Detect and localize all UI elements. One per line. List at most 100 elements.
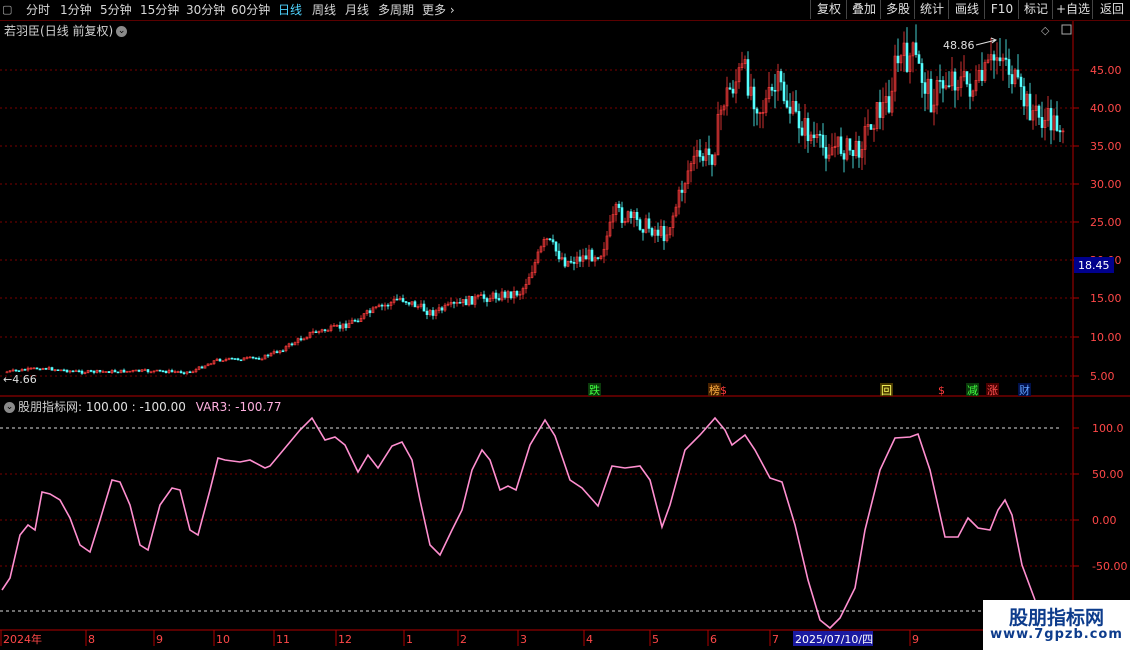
candle-body bbox=[584, 255, 588, 260]
candle-body bbox=[98, 369, 102, 372]
indicator-tick-label: 100.0 bbox=[1092, 422, 1124, 435]
candle-body bbox=[620, 207, 624, 223]
candle-body bbox=[878, 102, 882, 118]
candle-body bbox=[137, 369, 141, 372]
marker-dollar-2[interactable]: $ bbox=[938, 384, 945, 397]
candle-body bbox=[821, 134, 825, 148]
candle-body bbox=[818, 134, 822, 136]
diamond-icon[interactable]: ◇ bbox=[1041, 24, 1050, 37]
candle-body bbox=[752, 86, 756, 110]
high-arrow-icon bbox=[975, 37, 998, 46]
candle-body bbox=[800, 127, 804, 136]
candle-body bbox=[947, 85, 951, 88]
candle-body bbox=[701, 156, 705, 161]
candle-body bbox=[548, 238, 552, 241]
candle-body bbox=[923, 82, 927, 94]
candle-body bbox=[755, 108, 759, 114]
candle-body bbox=[71, 370, 75, 373]
candle-body bbox=[344, 323, 348, 329]
candle-body bbox=[953, 71, 957, 91]
panel-toggle-icon[interactable] bbox=[1061, 24, 1072, 35]
candle-body bbox=[23, 369, 27, 371]
watermark-url: www.7gpzb.com bbox=[990, 627, 1123, 642]
timeline-label: 12 bbox=[338, 633, 352, 646]
candle-body bbox=[368, 310, 372, 314]
candle-body bbox=[470, 296, 474, 305]
candle-body bbox=[965, 71, 969, 85]
candle-body bbox=[275, 351, 279, 354]
candle-body bbox=[551, 239, 555, 243]
candle-body bbox=[596, 257, 600, 259]
timeline-label: 10 bbox=[216, 633, 230, 646]
candle-body bbox=[857, 140, 861, 158]
candle-body bbox=[839, 136, 843, 154]
kline-chart[interactable]: 45.0040.0035.0030.0025.0020.0015.0010.00… bbox=[0, 0, 1130, 650]
candle-body bbox=[122, 369, 126, 373]
timeline-label: 8 bbox=[88, 633, 95, 646]
candle-body bbox=[647, 218, 651, 229]
candle-body bbox=[869, 124, 873, 130]
candle-body bbox=[641, 229, 645, 233]
candle-body bbox=[1004, 57, 1008, 60]
candle-body bbox=[554, 241, 558, 252]
timeline: 2024年 8 9 10 11 12 1 2 3 4 5 6 7 92025/07/10/四 bbox=[0, 630, 919, 646]
candle-body bbox=[1016, 69, 1020, 78]
candle-body bbox=[938, 80, 942, 82]
candle-body bbox=[563, 257, 567, 267]
timeline-label: 4 bbox=[586, 633, 593, 646]
candle-body bbox=[314, 331, 318, 334]
price-tick-label: 45.00 bbox=[1090, 64, 1122, 77]
candle-body bbox=[464, 299, 468, 306]
candle-body bbox=[710, 154, 714, 165]
candle-body bbox=[326, 330, 330, 332]
candle-body bbox=[179, 371, 183, 373]
candle-body bbox=[968, 83, 972, 97]
marker-reduce[interactable]: 减 bbox=[967, 384, 978, 397]
candle-body bbox=[920, 63, 924, 83]
candle-body bbox=[80, 370, 84, 374]
candle-body bbox=[116, 371, 120, 374]
candle-body bbox=[824, 147, 828, 159]
marker-finance[interactable]: 财 bbox=[1019, 383, 1030, 397]
candle-body bbox=[422, 303, 426, 312]
timeline-label: 11 bbox=[276, 633, 290, 646]
candle-body bbox=[497, 298, 501, 301]
timeline-label: 6 bbox=[710, 633, 717, 646]
marker-drop[interactable]: 跌 bbox=[589, 383, 600, 397]
candle-body bbox=[44, 368, 48, 370]
price-tick-label: 40.00 bbox=[1090, 102, 1122, 115]
price-tick-label: 15.00 bbox=[1090, 292, 1122, 305]
candle-body bbox=[431, 310, 435, 316]
candle-body bbox=[65, 369, 69, 373]
marker-back[interactable]: 回 bbox=[881, 384, 892, 397]
candle-body bbox=[1007, 59, 1011, 75]
candle-body bbox=[578, 256, 582, 262]
price-tick-label: 5.00 bbox=[1090, 370, 1115, 383]
candle-body bbox=[257, 357, 261, 360]
candle-body bbox=[413, 301, 417, 308]
marker-rank[interactable]: 榜 bbox=[709, 383, 720, 397]
price-axis: 45.0040.0035.0030.0025.0020.0015.0010.00… bbox=[1073, 64, 1122, 383]
candle-body bbox=[107, 371, 111, 374]
indicator-values: : 100.00 : -100.00 bbox=[78, 400, 186, 414]
candle-body bbox=[509, 291, 513, 299]
candle-body bbox=[629, 211, 633, 218]
candle-body bbox=[557, 250, 561, 260]
marker-dollar-1[interactable]: $ bbox=[720, 384, 727, 397]
marker-rise[interactable]: 涨 bbox=[987, 384, 998, 397]
candle-body bbox=[38, 368, 42, 371]
candle-body bbox=[917, 54, 921, 64]
candle-body bbox=[929, 78, 933, 113]
candle-body bbox=[1019, 76, 1023, 87]
candle-body bbox=[1022, 86, 1026, 107]
candle-body bbox=[281, 350, 285, 353]
candle-body bbox=[146, 369, 150, 373]
candle-body bbox=[1040, 117, 1044, 128]
chevron-down-icon[interactable]: ⌄ bbox=[4, 402, 15, 413]
candle-body bbox=[914, 42, 918, 55]
candle-body bbox=[182, 372, 186, 374]
candle-body bbox=[1055, 115, 1059, 131]
current-price-label: 18.45 bbox=[1078, 259, 1110, 272]
candle-body bbox=[35, 367, 39, 370]
candle-body bbox=[164, 370, 168, 374]
